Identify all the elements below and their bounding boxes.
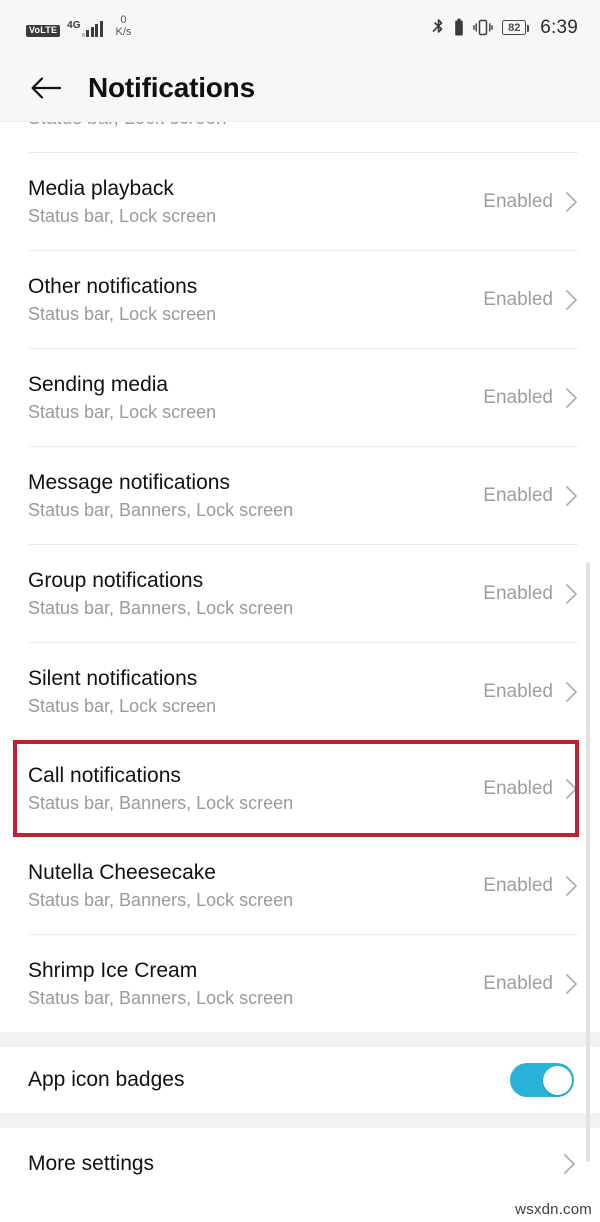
list-item-right: Enabled — [483, 387, 578, 409]
section-separator — [0, 1113, 600, 1128]
list-item-subtitle: Status bar, Banners, Lock screen — [28, 500, 294, 521]
signal-bars-icon: 4G — [67, 19, 103, 40]
list-item-title: Nutella Cheesecake — [28, 860, 216, 884]
toggle-switch-icon[interactable] — [510, 1063, 574, 1097]
list-item-subtitle: Status bar, Lock screen — [28, 696, 217, 717]
list-item-subtitle: Status bar, Banners, Lock screen — [28, 598, 294, 619]
list-item-title: Media playback — [28, 176, 174, 200]
list-item-value: Enabled — [483, 874, 553, 896]
signal-strength-bars — [81, 20, 103, 37]
app-header: Notifications — [0, 55, 600, 122]
more-settings-section: More settings — [0, 1128, 600, 1200]
list-item-value: Enabled — [483, 386, 553, 408]
status-bar-left: VoLTE 4G 0 K/s — [26, 15, 131, 39]
chevron-right-icon — [565, 875, 578, 897]
list-item[interactable]: Media playback Status bar, Lock screen E… — [0, 153, 600, 250]
network-speed-unit: K/s — [115, 26, 132, 38]
list-item-right: Enabled — [483, 485, 578, 507]
vibrate-icon — [473, 18, 493, 37]
page-title: Notifications — [88, 72, 255, 103]
chevron-right-icon — [565, 778, 578, 800]
list-item-right: Enabled — [483, 875, 578, 897]
list-item-title: Silent notifications — [28, 666, 198, 690]
list-item-subtitle: Status bar, Banners, Lock screen — [28, 988, 294, 1009]
list-item-call-notifications[interactable]: Call notifications Status bar, Banners, … — [0, 740, 600, 837]
list-item[interactable]: Silent notifications Status bar, Lock sc… — [0, 643, 600, 740]
list-item[interactable]: Other notifications Status bar, Lock scr… — [0, 251, 600, 348]
clipped-list-item[interactable]: Status bar, Lock screen — [0, 122, 600, 152]
list-item-title: Message notifications — [28, 470, 230, 494]
list-item-value: Enabled — [483, 190, 553, 212]
network-type-label: 4G — [67, 19, 81, 31]
scrollbar-thumb[interactable] — [586, 562, 590, 1162]
list-item-texts: Other notifications Status bar, Lock scr… — [28, 275, 216, 325]
chevron-right-icon — [565, 289, 578, 311]
list-item-title: Group notifications — [28, 568, 204, 592]
list-item-texts: Message notifications Status bar, Banner… — [28, 471, 293, 521]
chevron-right-icon — [565, 387, 578, 409]
section-separator — [0, 1032, 600, 1047]
list-item-value: Enabled — [483, 680, 553, 702]
chevron-right-icon — [565, 485, 578, 507]
status-bar-right: 82 6:39 — [432, 17, 578, 39]
list-item-value: Enabled — [483, 972, 553, 994]
list-item-subtitle: Status bar, Lock screen — [28, 206, 217, 227]
list-item-value: Enabled — [483, 484, 553, 506]
list-item-texts: Nutella Cheesecake Status bar, Banners, … — [28, 861, 293, 911]
list-item-texts: Group notifications Status bar, Banners,… — [28, 569, 293, 619]
list-item-subtitle: Status bar, Banners, Lock screen — [28, 793, 294, 814]
list-item-value: Enabled — [483, 777, 553, 799]
status-bar-clock: 6:39 — [540, 16, 578, 38]
list-item-title: Shrimp Ice Cream — [28, 958, 198, 982]
list-item-texts: Silent notifications Status bar, Lock sc… — [28, 667, 216, 717]
list-item-subtitle: Status bar, Lock screen — [28, 402, 217, 423]
battery-percent-indicator: 82 — [502, 20, 530, 35]
list-item[interactable]: Shrimp Ice Cream Status bar, Banners, Lo… — [0, 935, 600, 1032]
list-item-texts: Sending media Status bar, Lock screen — [28, 373, 216, 423]
list-item[interactable]: Message notifications Status bar, Banner… — [0, 447, 600, 544]
chevron-right-icon — [565, 973, 578, 995]
chevron-right-icon — [565, 191, 578, 213]
watermark: wsxdn.com — [515, 1201, 592, 1218]
list-item-right: Enabled — [483, 583, 578, 605]
list-item-title: Call notifications — [28, 763, 181, 787]
back-arrow-icon[interactable] — [30, 72, 62, 104]
list-item-texts: Call notifications Status bar, Banners, … — [28, 764, 293, 814]
bluetooth-icon — [432, 18, 445, 37]
chevron-right-icon — [565, 681, 578, 703]
toggle-knob — [542, 1065, 572, 1095]
list-item-right: Enabled — [483, 973, 578, 995]
more-settings-row[interactable]: More settings — [0, 1128, 600, 1200]
app-icon-badges-row[interactable]: App icon badges — [0, 1047, 600, 1113]
clipped-list-item-subtitle: Status bar, Lock screen — [28, 122, 227, 130]
headset-battery-icon — [454, 18, 464, 37]
network-speed-indicator: 0 K/s — [116, 15, 132, 38]
phone-screen: VoLTE 4G 0 K/s 82 6:39 Notifications Med… — [0, 0, 600, 1222]
list-item-subtitle: Status bar, Banners, Lock screen — [28, 890, 294, 911]
list-item-value: Enabled — [483, 582, 553, 604]
app-icon-badges-section: App icon badges — [0, 1047, 600, 1113]
volte-icon: VoLTE — [26, 24, 61, 37]
list-item-right: Enabled — [483, 289, 578, 311]
list-item[interactable]: Group notifications Status bar, Banners,… — [0, 545, 600, 642]
list-item-texts: Media playback Status bar, Lock screen — [28, 177, 216, 227]
chevron-right-icon — [563, 1153, 576, 1175]
notification-channel-list[interactable]: Status bar, Lock screen Media playback S… — [0, 122, 600, 1162]
list-item-right: Enabled — [483, 191, 578, 213]
more-settings-label: More settings — [28, 1152, 155, 1175]
list-item-subtitle: Status bar, Lock screen — [28, 304, 217, 325]
list-item-value: Enabled — [483, 288, 553, 310]
list-item[interactable]: Sending media Status bar, Lock screen En… — [0, 349, 600, 446]
app-icon-badges-label: App icon badges — [28, 1068, 185, 1091]
list-item-right: Enabled — [483, 778, 578, 800]
chevron-right-icon — [565, 583, 578, 605]
list-item-right: Enabled — [483, 681, 578, 703]
list-item-title: Other notifications — [28, 274, 198, 298]
status-bar: VoLTE 4G 0 K/s 82 6:39 — [0, 0, 600, 55]
list-item-title: Sending media — [28, 372, 169, 396]
list-item[interactable]: Nutella Cheesecake Status bar, Banners, … — [0, 837, 600, 934]
list-item-texts: Shrimp Ice Cream Status bar, Banners, Lo… — [28, 959, 293, 1009]
